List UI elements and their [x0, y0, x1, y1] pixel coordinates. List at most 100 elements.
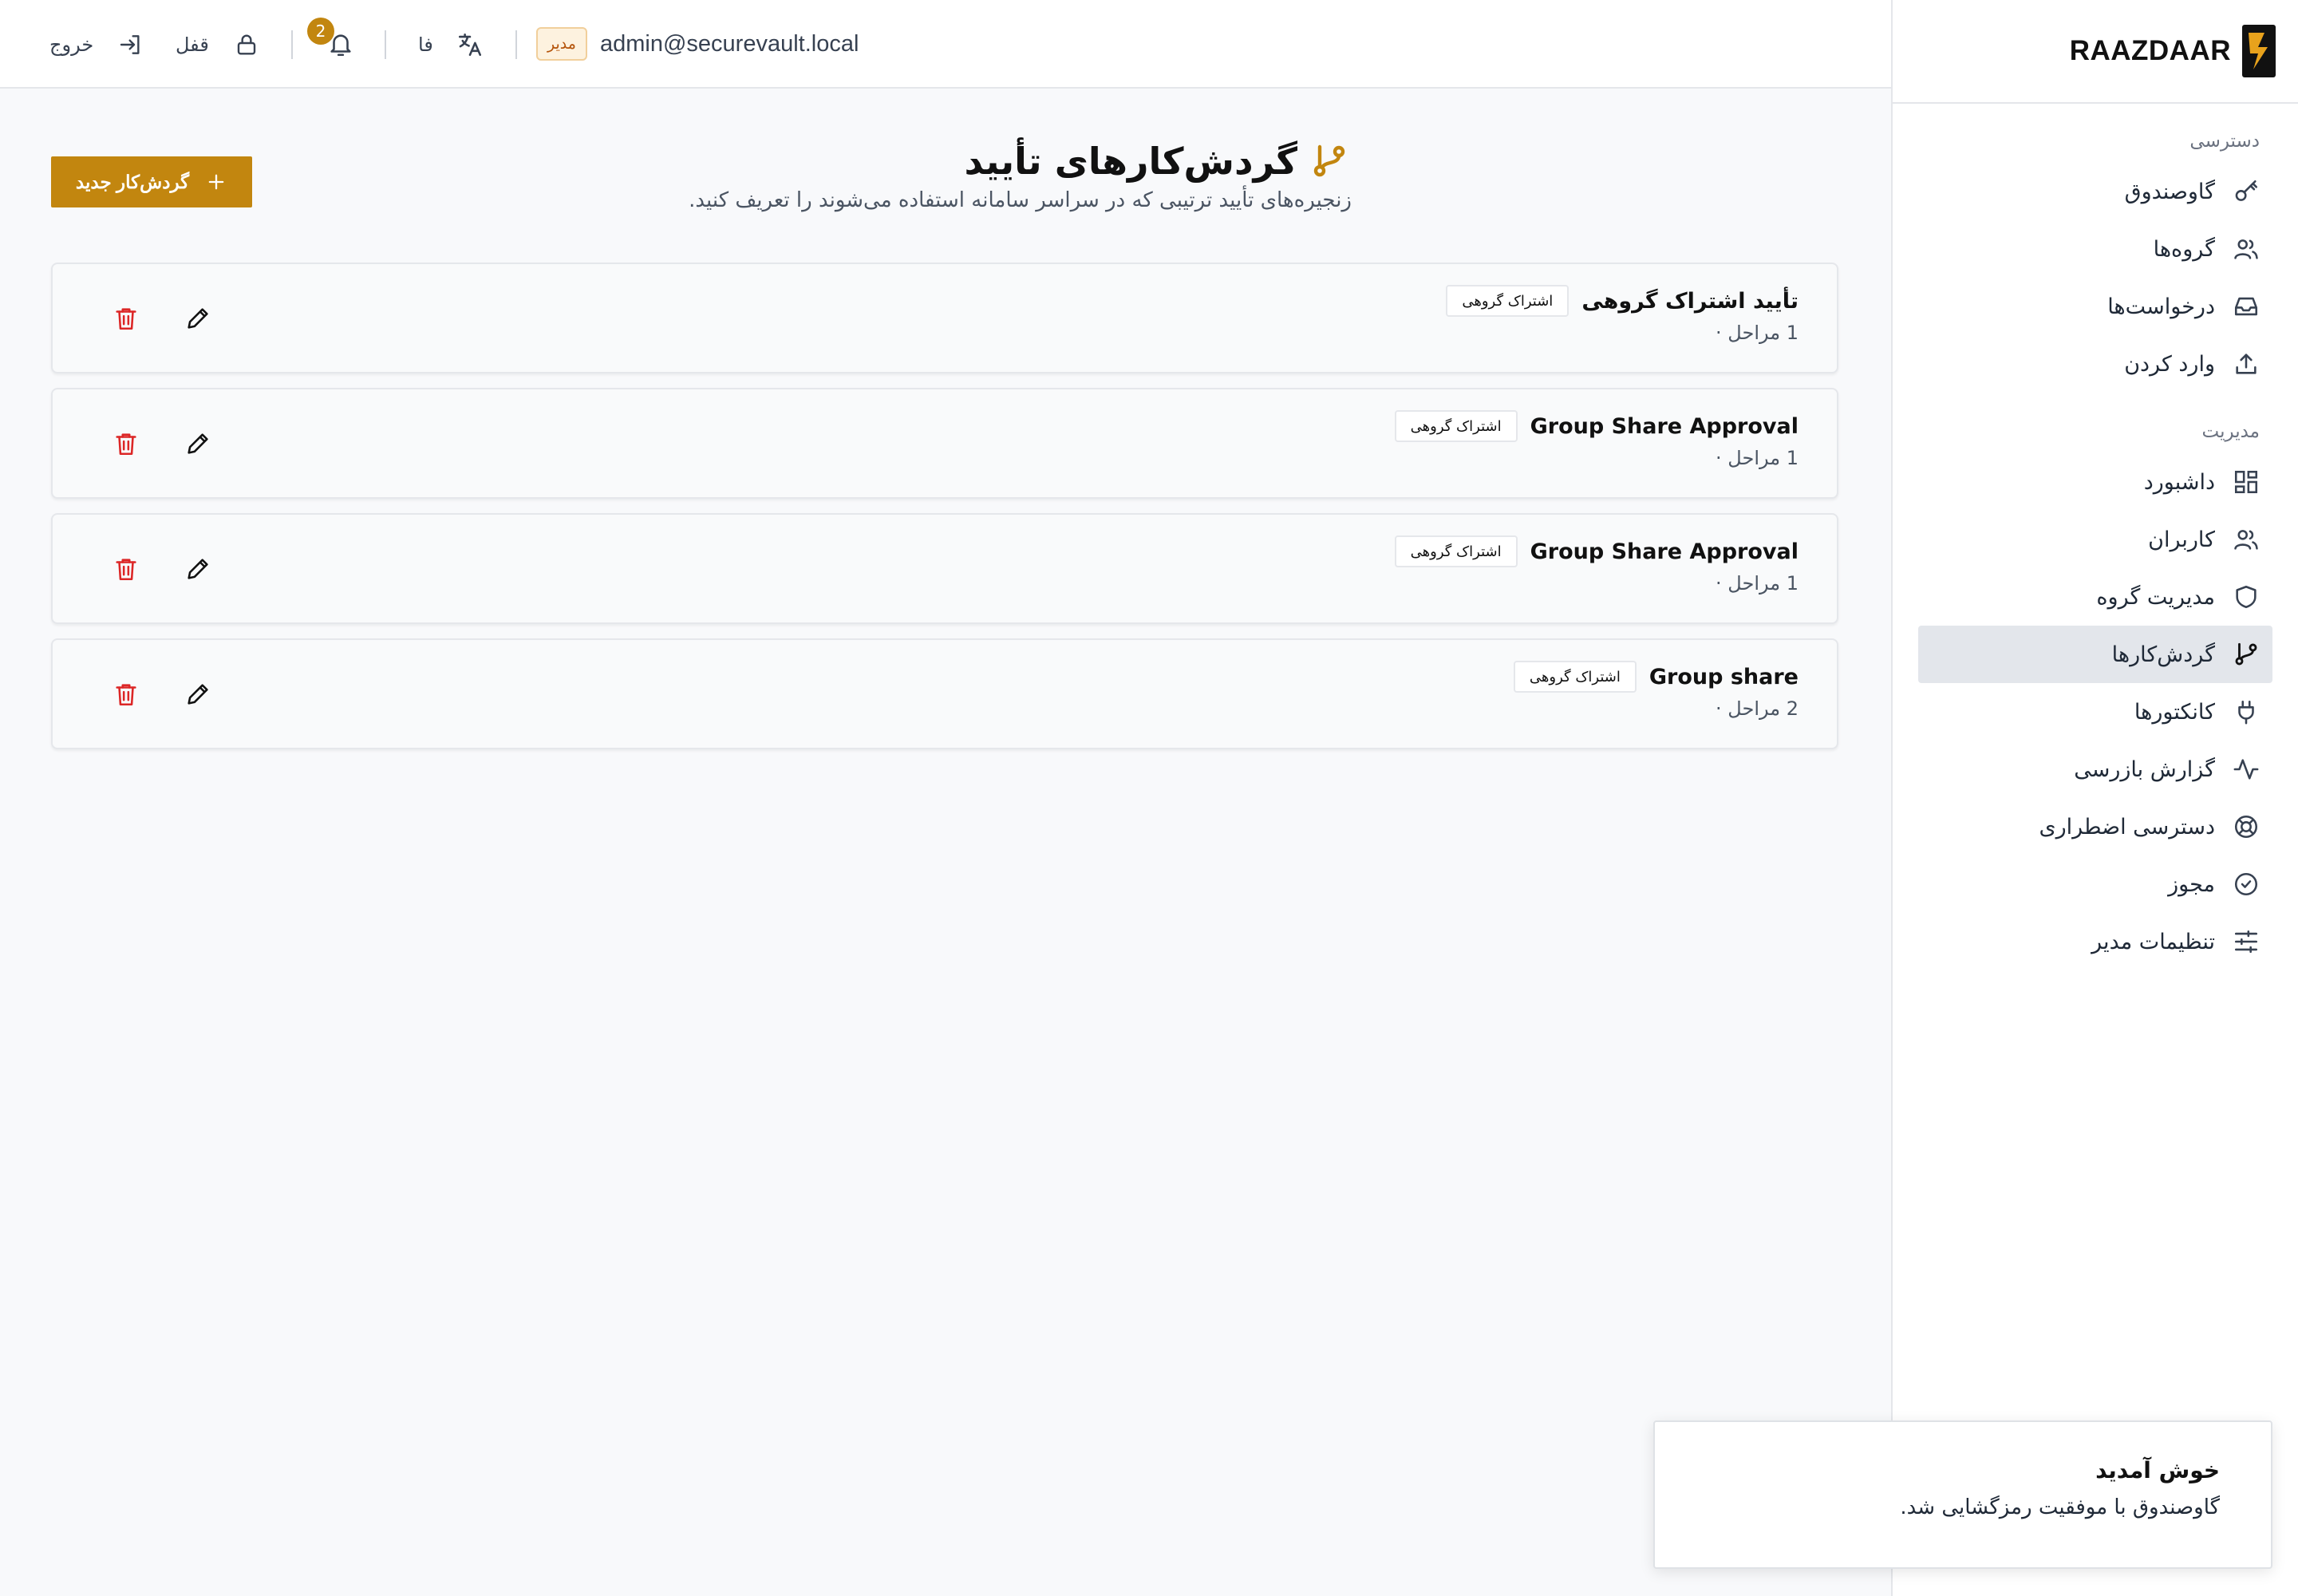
vault-key-icon: [2235, 180, 2258, 201]
lock-icon: [237, 34, 256, 55]
new-workflow-button[interactable]: گردش‌کار جدید: [51, 156, 252, 207]
workflow-icon: [2235, 642, 2257, 666]
workflow-card[interactable]: تأیید اشتراک گروهی اشتراک گروهی 1 مراحل …: [51, 263, 1838, 373]
divider: [291, 30, 293, 59]
logout-button[interactable]: [115, 0, 144, 89]
sidebar-item-label: گروه‌ها: [2153, 236, 2215, 262]
divider: [385, 30, 386, 59]
trash-icon: [116, 308, 136, 330]
sidebar-item-users[interactable]: کاربران: [1918, 511, 2272, 568]
role-badge: مدیر: [536, 27, 587, 61]
sidebar-item-audit-log[interactable]: گزارش بازرسی: [1918, 741, 2272, 798]
topbar: admin@securevault.local مدیر فا 2 قفل خر…: [0, 0, 1891, 89]
notifications-button[interactable]: [322, 0, 354, 89]
translate-icon: [458, 33, 482, 56]
sidebar-item-groups[interactable]: گروه‌ها: [1918, 220, 2272, 278]
delete-workflow-button[interactable]: [109, 677, 144, 712]
trash-icon: [116, 684, 136, 706]
sidebar-item-label: تنظیمات مدیر: [2091, 929, 2215, 954]
workflow-type-tag: اشتراک گروهی: [1446, 285, 1570, 317]
workflow-card[interactable]: Group share اشتراک گروهی 2 مراحل ·: [51, 638, 1838, 749]
sidebar-item-dashboard[interactable]: داشبورد: [1918, 453, 2272, 511]
sidebar-item-label: گزارش بازرسی: [2074, 757, 2215, 782]
sidebar-item-admin-settings[interactable]: تنظیمات مدیر: [1918, 913, 2272, 970]
new-workflow-label: گردش‌کار جدید: [75, 171, 190, 192]
trash-icon: [116, 433, 136, 456]
lock-button[interactable]: [231, 0, 259, 89]
pencil-icon: [188, 433, 208, 454]
workflow-card[interactable]: Group Share Approval اشتراک گروهی 1 مراح…: [51, 388, 1838, 499]
toast-notification[interactable]: خوش آمدید گاوصندوق با موفقیت رمزگشایی شد…: [1653, 1420, 2272, 1569]
user-email: admin@securevault.local: [600, 31, 859, 57]
delete-workflow-button[interactable]: [109, 551, 144, 587]
lock-label[interactable]: قفل: [176, 0, 209, 89]
activity-icon: [2233, 759, 2259, 780]
sidebar-item-import[interactable]: وارد کردن: [1918, 335, 2272, 393]
sidebar-item-label: کاربران: [2148, 527, 2215, 552]
workflow-steps: 1 مراحل ·: [1716, 447, 1799, 469]
edit-workflow-button[interactable]: [180, 677, 215, 712]
page-title: گردش‌کارهای تأیید: [965, 136, 1348, 187]
shield-icon: [2236, 585, 2257, 609]
delete-workflow-button[interactable]: [109, 301, 144, 336]
edit-workflow-button[interactable]: [180, 551, 215, 587]
sidebar-item-label: داشبورد: [2143, 469, 2215, 495]
toast-title: خوش آمدید: [2095, 1457, 2220, 1483]
sidebar-item-label: مدیریت گروه: [2096, 584, 2215, 610]
workflow-steps: 1 مراحل ·: [1716, 572, 1799, 595]
translate-button[interactable]: [455, 0, 484, 89]
delete-workflow-button[interactable]: [109, 426, 144, 461]
workflow-card[interactable]: Group Share Approval اشتراک گروهی 1 مراح…: [51, 513, 1838, 624]
edit-workflow-button[interactable]: [180, 301, 215, 336]
inbox-icon: [2234, 297, 2258, 316]
workflow-type-tag: اشتراک گروهی: [1513, 661, 1637, 693]
upload-icon: [2236, 354, 2257, 374]
trash-icon: [116, 559, 136, 581]
pencil-icon: [188, 559, 208, 579]
workflow-name: Group share: [1648, 664, 1799, 689]
logout-icon: [120, 34, 140, 54]
sidebar-item-label: کانکتورها: [2134, 699, 2215, 725]
dashboard-icon: [2234, 470, 2258, 494]
page-subtitle: زنجیره‌های تأیید ترتیبی که در سراسر ساما…: [689, 188, 1352, 212]
sidebar-item-license[interactable]: مجوز: [1918, 855, 2272, 913]
sidebar-item-requests[interactable]: درخواست‌ها: [1918, 278, 2272, 335]
workflow-steps: 1 مراحل ·: [1716, 322, 1799, 344]
sidebar-item-label: دسترسی اضطراری: [2039, 814, 2215, 839]
badge-check-icon: [2234, 872, 2258, 896]
sidebar-item-workflows[interactable]: گردش‌کارها: [1918, 626, 2272, 683]
logout-label[interactable]: خروج: [49, 0, 93, 89]
workflow-type-tag: اشتراک گروهی: [1394, 410, 1518, 442]
edit-workflow-button[interactable]: [180, 426, 215, 461]
users-icon: [2234, 530, 2258, 550]
notification-count-badge: 2: [307, 18, 334, 45]
language-switch[interactable]: فا: [418, 0, 433, 89]
sidebar-item-connectors[interactable]: کانکتورها: [1918, 683, 2272, 741]
workflow-name: Group Share Approval: [1530, 539, 1799, 564]
workflow-steps: 2 مراحل ·: [1716, 697, 1799, 720]
section-label-access: دسترسی: [2189, 131, 2260, 152]
workflow-name: Group Share Approval: [1530, 413, 1799, 439]
users-icon: [2234, 239, 2258, 259]
lifebuoy-icon: [2234, 815, 2258, 839]
sidebar-item-label: گردش‌کارها: [2111, 642, 2215, 667]
section-label-admin: مدیریت: [2201, 421, 2260, 442]
sidebar-item-label: مجوز: [2168, 871, 2215, 897]
nav-section-access: دسترسی گاوصندوق گروه‌ها درخواست‌ها وارد …: [1893, 129, 2298, 393]
workflow-type-tag: اشتراک گروهی: [1394, 535, 1518, 567]
nav-section-admin: مدیریت داشبورد کاربران مدیریت گروه گردش‌…: [1893, 420, 2298, 970]
workflow-name: تأیید اشتراک گروهی: [1581, 288, 1799, 314]
sidebar-item-label: گاوصندوق: [2124, 179, 2215, 204]
page-title-text: گردش‌کارهای تأیید: [964, 140, 1297, 183]
brand-name: RAAZDAAR: [2069, 35, 2231, 66]
sidebar-item-group-management[interactable]: مدیریت گروه: [1918, 568, 2272, 626]
pencil-icon: [188, 684, 208, 705]
plug-icon: [2238, 700, 2254, 725]
brand[interactable]: RAAZDAAR: [1893, 0, 2298, 104]
raazdaar-logo-icon: [2242, 25, 2276, 77]
sidebar: RAAZDAAR دسترسی گاوصندوق گروه‌ها درخواست…: [1891, 0, 2298, 1596]
sidebar-item-label: درخواست‌ها: [2107, 294, 2215, 319]
sidebar-item-emergency-access[interactable]: دسترسی اضطراری: [1918, 798, 2272, 855]
workflow-icon: [1313, 144, 1345, 177]
sidebar-item-vault[interactable]: گاوصندوق: [1918, 163, 2272, 220]
